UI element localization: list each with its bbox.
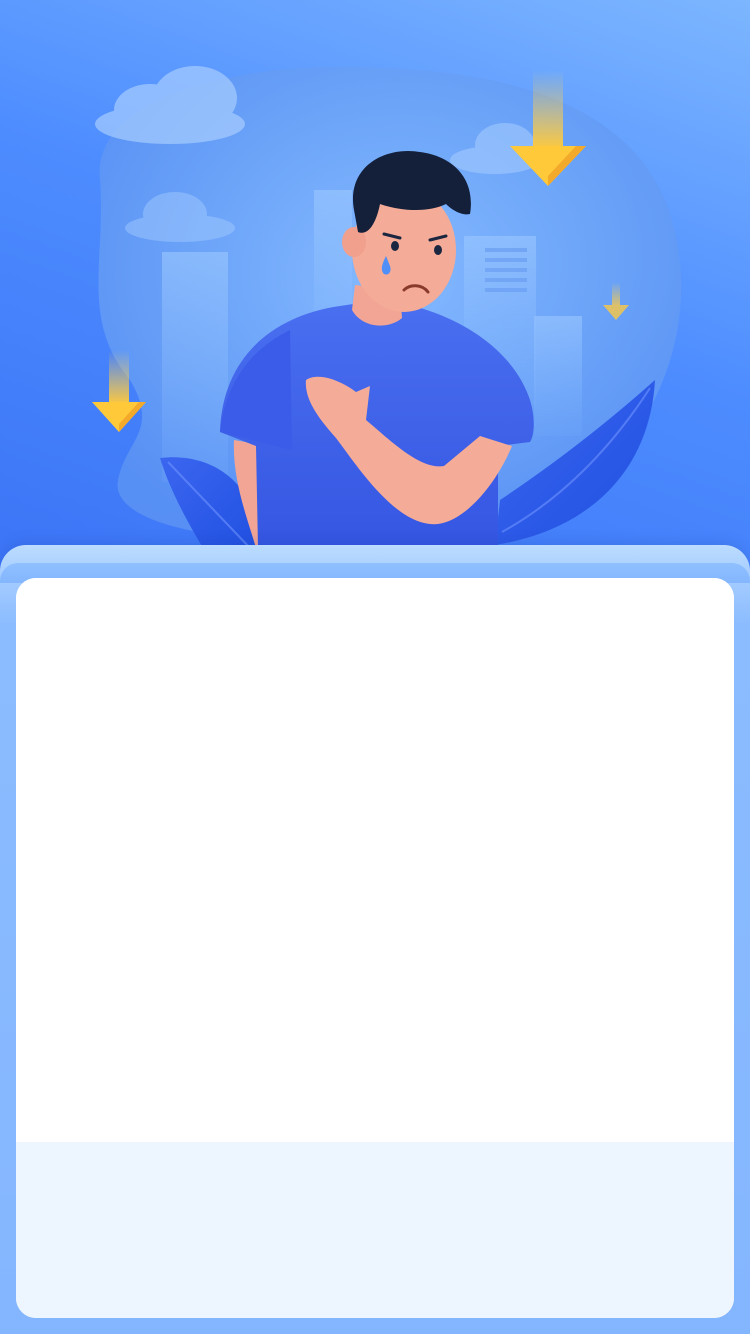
cloud-icon xyxy=(95,66,245,144)
card-footer xyxy=(16,1142,734,1318)
content-card xyxy=(16,578,734,1318)
hero-illustration xyxy=(0,0,750,560)
card-body xyxy=(16,578,734,1142)
